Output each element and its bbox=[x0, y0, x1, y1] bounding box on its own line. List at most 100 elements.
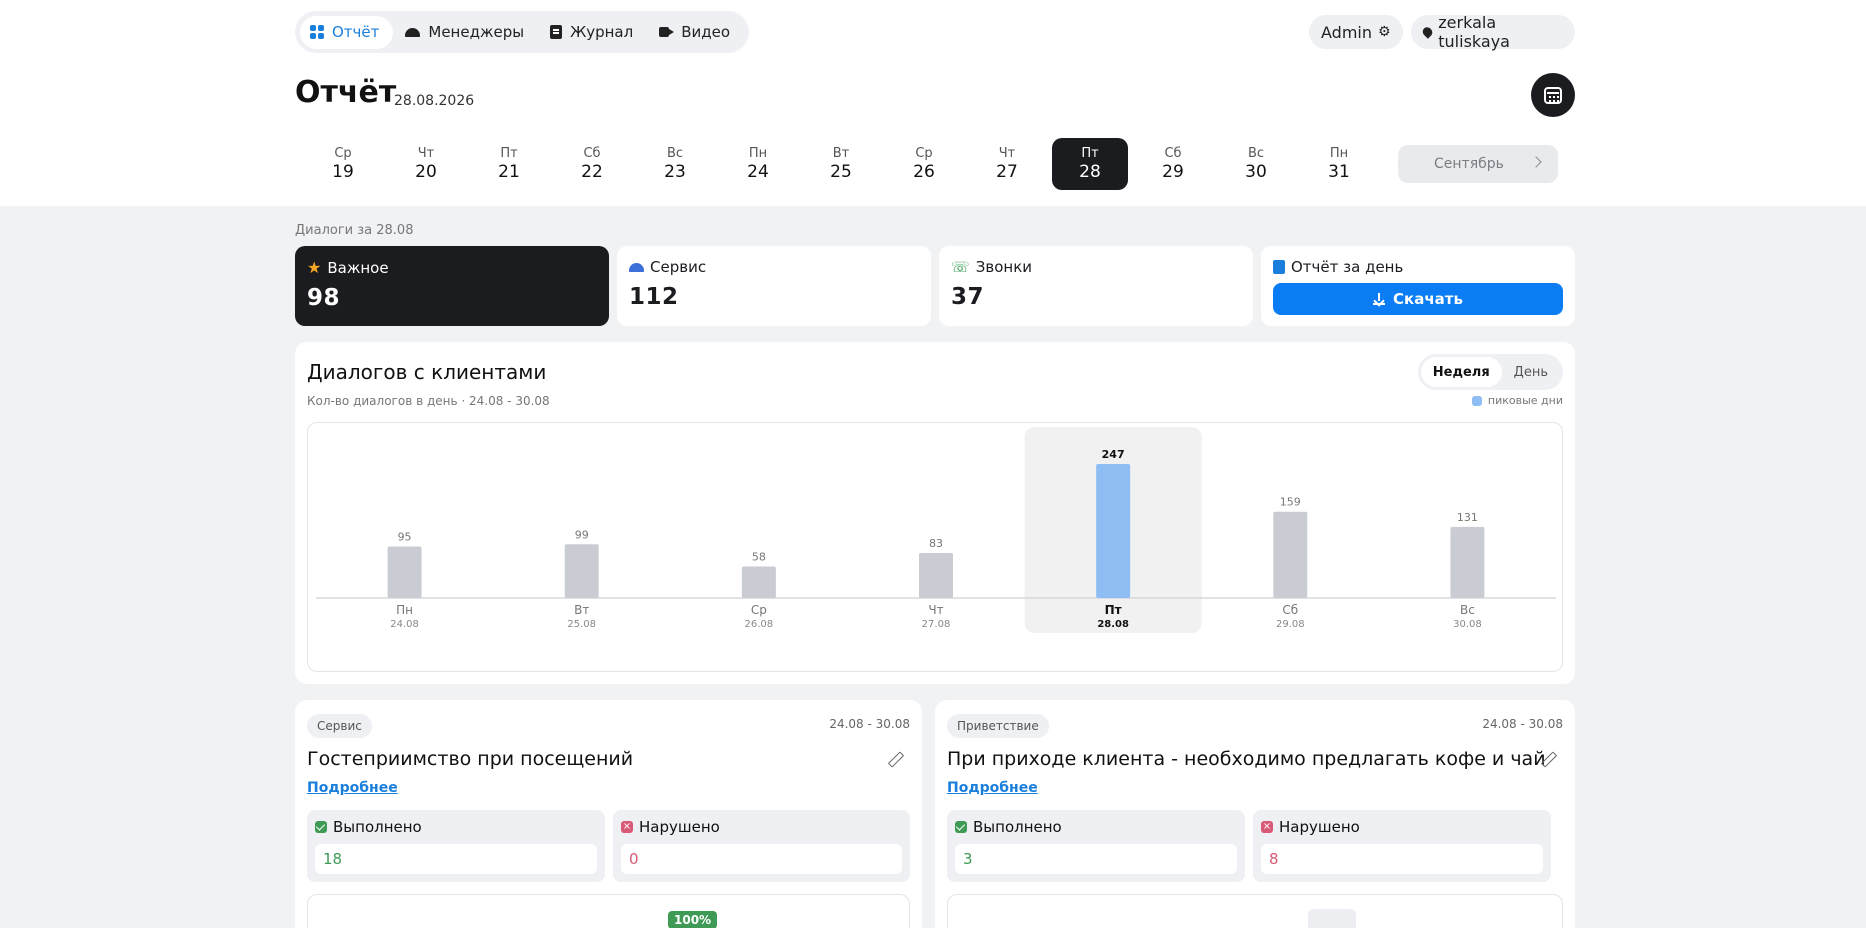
next-month-button[interactable]: Сентябрь bbox=[1398, 145, 1558, 183]
more-link[interactable]: Подробнее bbox=[307, 780, 398, 796]
day-29[interactable]: Сб 29 bbox=[1135, 138, 1211, 190]
day-weekday: Вс bbox=[666, 146, 684, 161]
day-weekday: Сб bbox=[583, 146, 601, 161]
document-icon bbox=[1273, 260, 1285, 274]
day-number: 20 bbox=[415, 162, 437, 182]
admin-label: Admin bbox=[1321, 22, 1372, 42]
day-25[interactable]: Вт 25 bbox=[803, 138, 879, 190]
done-label: Выполнено bbox=[333, 818, 422, 836]
day-20[interactable]: Чт 20 bbox=[388, 138, 464, 190]
stat-label: Важное bbox=[327, 258, 389, 277]
nav-item-report[interactable]: Отчёт bbox=[300, 15, 394, 49]
day-27[interactable]: Чт 27 bbox=[969, 138, 1045, 190]
period-toggle: Неделя День bbox=[1417, 354, 1563, 390]
dialogs-label: Диалоги за 28.08 bbox=[295, 223, 414, 238]
download-button[interactable]: Скачать bbox=[1273, 283, 1563, 315]
day-strip: Ср 19 Чт 20 Пт 21 Сб 22 Вс 23 Пн 24 Вт 25 Ср 26 Чт 27 Пт 28… bbox=[305, 138, 1405, 190]
bar-24.08 bbox=[387, 546, 422, 598]
category-tag: Приветствие bbox=[947, 714, 1049, 738]
day-weekday: Пн bbox=[1329, 146, 1349, 161]
done-value: 3 bbox=[955, 844, 1237, 874]
gear-icon: ⚙ bbox=[1378, 24, 1391, 40]
day-number: 23 bbox=[664, 162, 686, 182]
day-number: 22 bbox=[581, 162, 603, 182]
location-button[interactable]: zerkala tuliskaya bbox=[1411, 13, 1575, 51]
stat-calls[interactable]: ☏ Звонки 37 bbox=[939, 246, 1253, 326]
day-30[interactable]: Вс 30 bbox=[1218, 138, 1294, 190]
bar-value-label: 83 bbox=[929, 537, 943, 550]
stat-important[interactable]: ★ Важное 98 bbox=[295, 246, 609, 326]
cross-icon: × bbox=[621, 821, 633, 833]
rule-card-2: Приветствие 24.08 - 30.08 При приходе кл… bbox=[935, 700, 1575, 928]
day-22[interactable]: Сб 22 bbox=[554, 138, 630, 190]
done-value: 18 bbox=[315, 844, 597, 874]
nav-item-label: Менеджеры bbox=[428, 23, 525, 41]
phone-icon: ☏ bbox=[951, 258, 970, 276]
cross-icon: × bbox=[1261, 821, 1273, 833]
day-weekday: Чт bbox=[417, 146, 435, 161]
day-number: 24 bbox=[747, 162, 769, 182]
nav-item-managers[interactable]: Менеджеры bbox=[395, 16, 538, 49]
dome-icon bbox=[405, 27, 421, 37]
done-label: Выполнено bbox=[973, 818, 1062, 836]
dialogs-chart-card: Диалогов с клиентами Кол-во диалогов в д… bbox=[295, 342, 1575, 684]
day-21[interactable]: Пт 21 bbox=[471, 138, 547, 190]
violated-value: 0 bbox=[621, 844, 902, 874]
day-number: 25 bbox=[830, 162, 852, 182]
nav-item-journal[interactable]: Журнал bbox=[540, 16, 647, 49]
edit-pencil-icon[interactable] bbox=[888, 752, 902, 766]
x-tick-date: 25.08 bbox=[567, 619, 596, 630]
nav-item-label: Журнал bbox=[570, 23, 634, 41]
admin-button[interactable]: Admin ⚙ bbox=[1309, 15, 1403, 49]
chart-title: Диалогов с клиентами bbox=[307, 360, 547, 384]
date-range: 24.08 - 30.08 bbox=[1482, 717, 1563, 731]
day-weekday: Ср bbox=[915, 146, 933, 161]
day-23[interactable]: Вс 23 bbox=[637, 138, 713, 190]
grid-icon bbox=[310, 25, 324, 39]
month-label: Сентябрь bbox=[1434, 156, 1504, 172]
mini-chart-placeholder bbox=[1308, 909, 1356, 928]
stat-value: 98 bbox=[307, 285, 341, 311]
more-link[interactable]: Подробнее bbox=[947, 780, 1038, 796]
dome-icon bbox=[629, 262, 644, 272]
bar-30.08 bbox=[1450, 526, 1485, 598]
bar-25.08 bbox=[564, 544, 599, 598]
check-icon bbox=[955, 821, 967, 833]
rule-title: Гостеприимство при посещений bbox=[307, 748, 634, 770]
day-26[interactable]: Ср 26 bbox=[886, 138, 962, 190]
day-31[interactable]: Пн 31 bbox=[1301, 138, 1377, 190]
day-weekday: Пт bbox=[1081, 146, 1099, 161]
day-19[interactable]: Ср 19 bbox=[305, 138, 381, 190]
chart-legend: пиковые дни bbox=[1471, 394, 1563, 407]
day-number: 21 bbox=[498, 162, 520, 182]
bar-value-label: 58 bbox=[752, 551, 766, 564]
stat-report: Отчёт за день Скачать bbox=[1261, 246, 1575, 326]
edit-pencil-icon[interactable] bbox=[1541, 752, 1555, 766]
done-box: Выполнено 3 bbox=[947, 810, 1245, 882]
nav-item-video[interactable]: Видео bbox=[649, 16, 744, 49]
check-icon bbox=[315, 821, 327, 833]
main-nav: Отчёт Менеджеры Журнал Видео bbox=[295, 11, 750, 53]
day-number: 29 bbox=[1162, 162, 1184, 182]
x-tick-weekday: Вт bbox=[574, 603, 589, 617]
x-tick-weekday: Вс bbox=[1460, 603, 1475, 617]
day-weekday: Ср bbox=[334, 146, 352, 161]
stat-service[interactable]: Сервис 112 bbox=[617, 246, 931, 326]
toggle-week[interactable]: Неделя bbox=[1420, 357, 1502, 387]
legend-label: пиковые дни bbox=[1487, 394, 1563, 407]
mini-chart: 100% bbox=[307, 894, 910, 928]
bar-value-label: 247 bbox=[1102, 448, 1125, 461]
day-24[interactable]: Пн 24 bbox=[720, 138, 796, 190]
location-pin-icon bbox=[1420, 25, 1435, 39]
x-tick-weekday: Сб bbox=[1282, 603, 1298, 617]
bar-value-label: 159 bbox=[1280, 496, 1301, 509]
toggle-day[interactable]: День bbox=[1502, 357, 1560, 387]
rule-card-1: Сервис 24.08 - 30.08 Гостеприимство при … bbox=[295, 700, 922, 928]
day-28[interactable]: Пт 28 bbox=[1052, 138, 1128, 190]
day-number: 27 bbox=[996, 162, 1018, 182]
video-icon bbox=[659, 27, 675, 37]
calendar-button[interactable] bbox=[1531, 73, 1575, 117]
stat-label: Звонки bbox=[975, 258, 1033, 276]
stat-label: Отчёт за день bbox=[1291, 258, 1404, 276]
x-tick-date: 24.08 bbox=[390, 619, 419, 630]
